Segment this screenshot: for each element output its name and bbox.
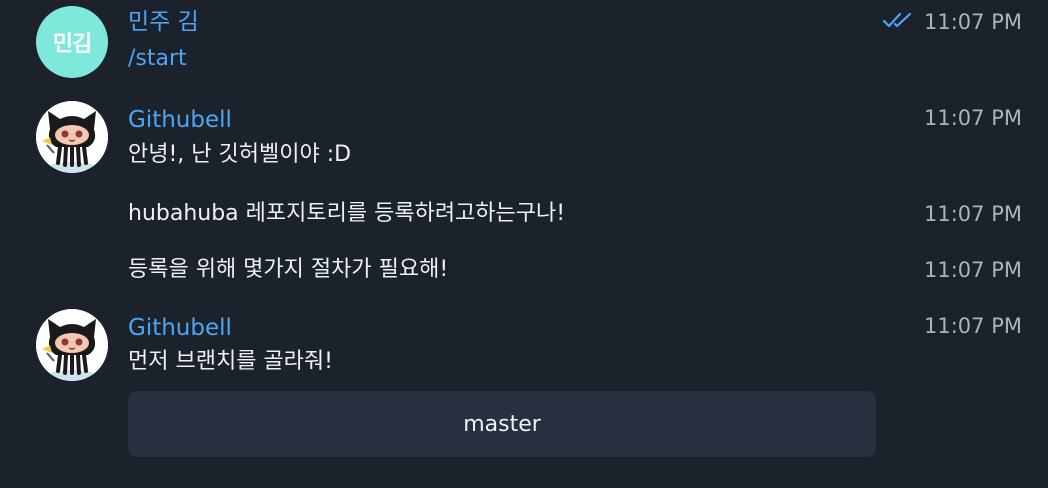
- message-text: /start: [128, 46, 187, 71]
- octocat-avatar-icon: [36, 101, 108, 173]
- message-time: 11:07 PM: [924, 258, 1022, 282]
- message-text: 등록을 위해 몇가지 절차가 필요해!: [128, 257, 449, 282]
- message-time: 11:07 PM: [924, 10, 1022, 34]
- message-time: 11:07 PM: [924, 314, 1022, 338]
- sender-name[interactable]: Githubell: [128, 106, 232, 134]
- message-time: 11:07 PM: [924, 202, 1022, 226]
- bot-avatar[interactable]: [36, 101, 108, 173]
- sender-name[interactable]: Githubell: [128, 314, 232, 342]
- octocat-avatar-icon: [36, 309, 108, 381]
- sender-name[interactable]: 민주 김: [128, 8, 199, 36]
- double-check-icon: [882, 12, 912, 28]
- message-text: 먼저 브랜치를 골라줘!: [128, 349, 333, 374]
- branch-master-button[interactable]: master: [128, 391, 876, 457]
- bot-avatar[interactable]: [36, 309, 108, 381]
- user-avatar[interactable]: 민김: [36, 6, 108, 78]
- message-text: 안녕!, 난 깃허벨이야 :D: [128, 142, 352, 167]
- message-time: 11:07 PM: [924, 106, 1022, 130]
- message-text: hubahuba 레포지토리를 등록하려고하는구나!: [128, 201, 566, 226]
